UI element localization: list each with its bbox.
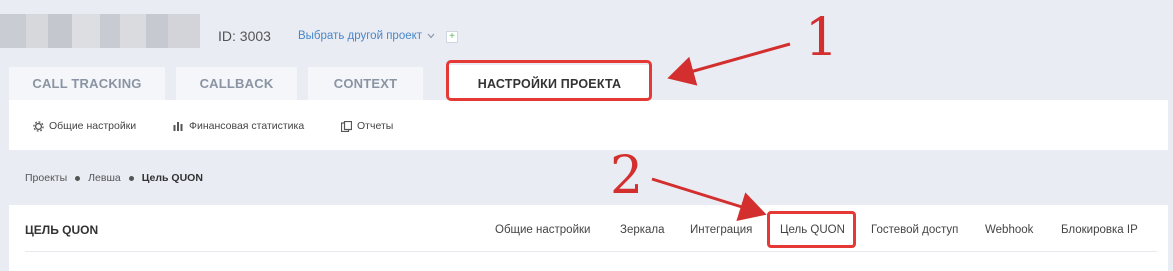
- annotation-number-1: 1: [805, 8, 839, 68]
- annotation-arrow-2: [651, 177, 767, 221]
- annotation-number-2: 2: [610, 146, 644, 206]
- annotation-arrow-1: [667, 42, 791, 86]
- annotation-arrows: [651, 42, 791, 221]
